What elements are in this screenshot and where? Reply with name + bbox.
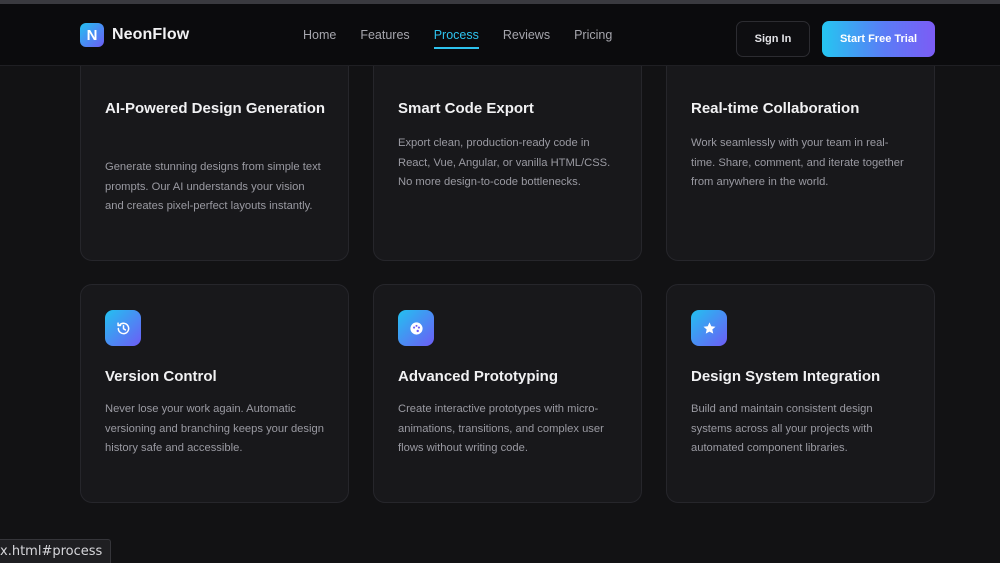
status-bar-url: x.html#process: [0, 539, 112, 563]
feature-title: Version Control: [105, 368, 217, 385]
feature-card-version-control: Version Control Never lose your work aga…: [80, 284, 349, 503]
feature-description: Generate stunning designs from simple te…: [105, 161, 321, 212]
feature-title: Design System Integration: [691, 368, 881, 385]
nav-link-features[interactable]: Features: [360, 28, 409, 49]
nav-link-reviews[interactable]: Reviews: [503, 28, 550, 49]
nav-link-home[interactable]: Home: [303, 28, 336, 49]
palette-icon: [398, 310, 434, 346]
feature-description: Create interactive prototypes with micro…: [398, 403, 604, 454]
feature-title: Smart Code Export: [398, 100, 534, 117]
feature-description: Export clean, production-ready code in R…: [398, 137, 611, 188]
start-free-trial-button[interactable]: Start Free Trial: [822, 21, 935, 57]
feature-card-design-system: Design System Integration Build and main…: [666, 284, 935, 503]
feature-card-ai-design: AI-Powered Design Generation Generate st…: [80, 40, 349, 261]
feature-title: Real-time Collaboration: [691, 100, 860, 117]
feature-card-collaboration: Real-time Collaboration Work seamlessly …: [666, 40, 935, 261]
star-icon: [691, 310, 727, 346]
feature-card-code-export: Smart Code Export Export clean, producti…: [373, 40, 642, 261]
feature-card-prototyping: Advanced Prototyping Create interactive …: [373, 284, 642, 503]
feature-description: Never lose your work again. Automatic ve…: [105, 403, 324, 454]
page: N NeonFlow Home Features Process Reviews…: [0, 0, 1000, 563]
feature-description: Build and maintain consistent design sys…: [691, 403, 873, 454]
brand-name: NeonFlow: [112, 26, 190, 43]
nav-link-pricing[interactable]: Pricing: [574, 28, 612, 49]
feature-description: Work seamlessly with your team in real-t…: [691, 137, 904, 188]
main-nav: Home Features Process Reviews Pricing: [303, 28, 636, 49]
top-navbar: N NeonFlow Home Features Process Reviews…: [0, 0, 1000, 66]
feature-title: Advanced Prototyping: [398, 368, 559, 385]
feature-title: AI-Powered Design Generation: [105, 100, 326, 117]
nav-link-process[interactable]: Process: [433, 28, 479, 49]
history-icon: [105, 310, 141, 346]
brand-logo-icon: N: [80, 23, 104, 47]
brand[interactable]: N NeonFlow: [80, 23, 189, 47]
sign-in-button[interactable]: Sign In: [736, 21, 810, 57]
